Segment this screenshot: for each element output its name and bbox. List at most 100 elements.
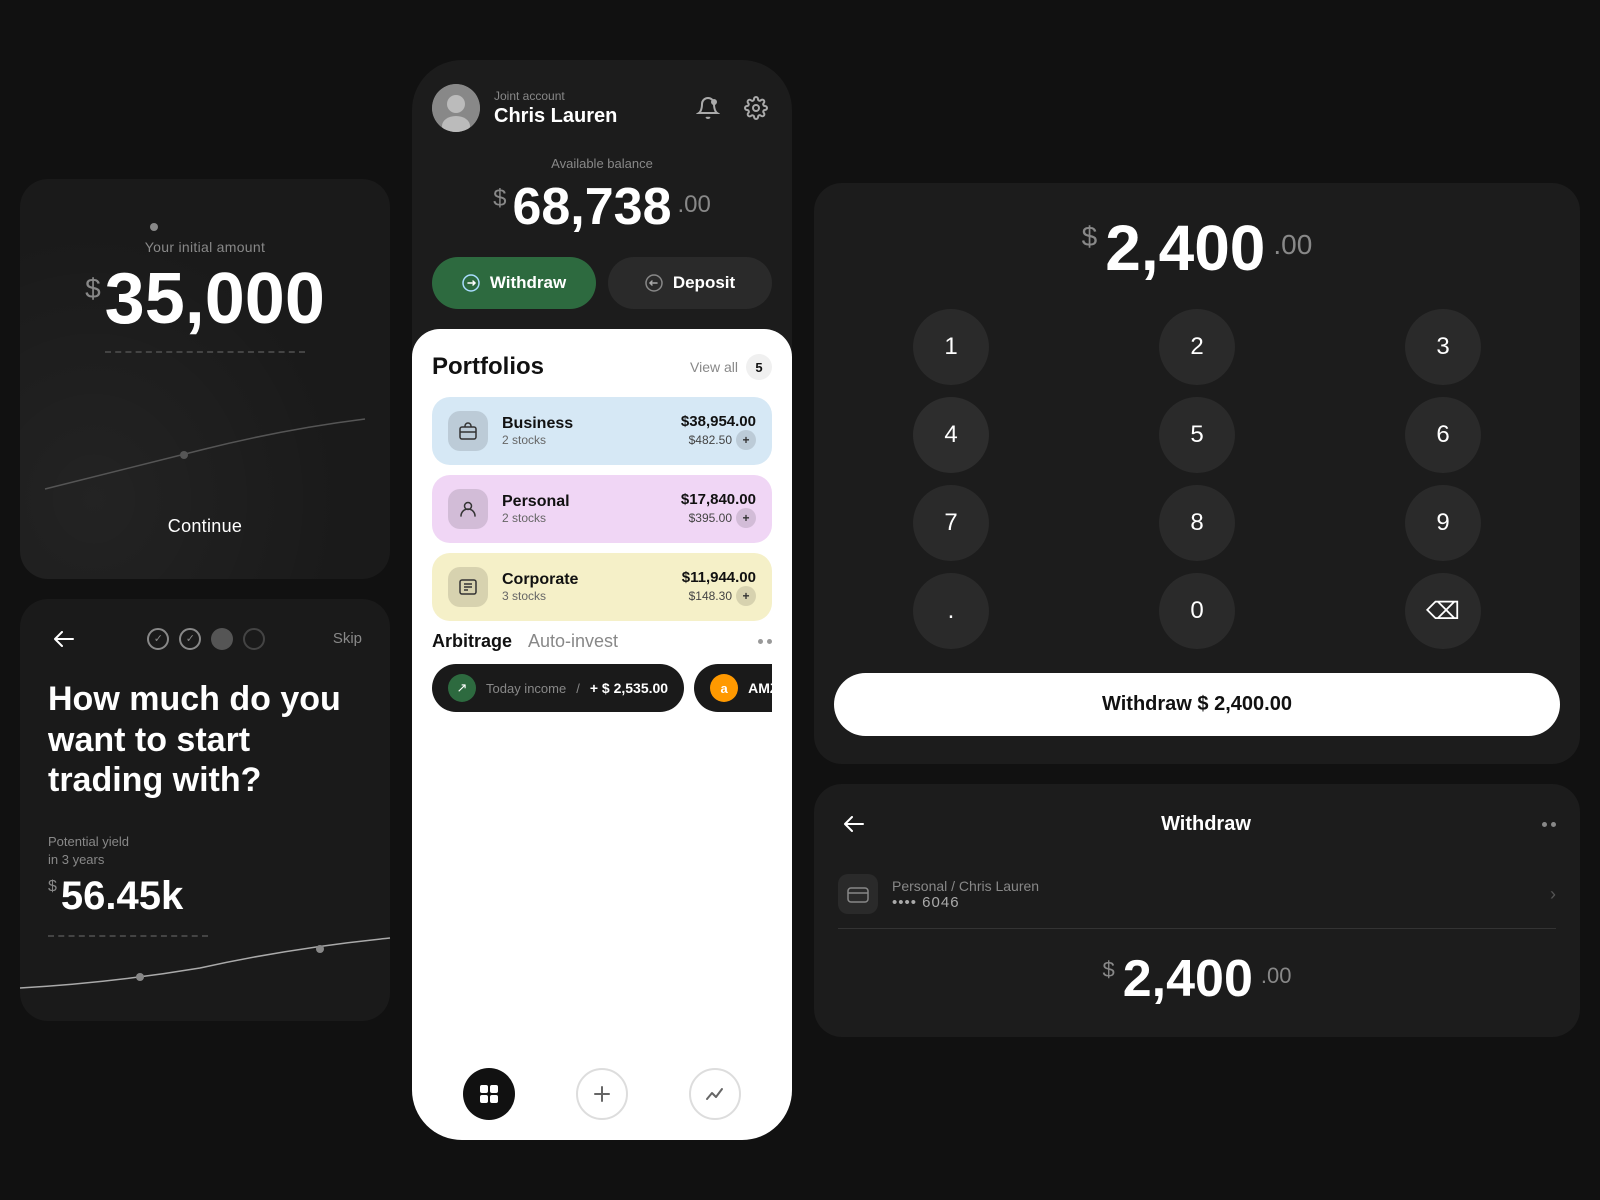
deposit-button[interactable]: Deposit — [608, 257, 772, 309]
portfolio-change-personal: $395.00 + — [681, 508, 756, 528]
portfolio-main-value-business: $38,954.00 — [681, 413, 756, 430]
yield-section: Potential yield in 3 years $ 56.45k — [48, 833, 362, 993]
portfolio-icon-personal — [448, 489, 488, 529]
portfolio-stocks-personal: 2 stocks — [502, 511, 667, 525]
yield-label: Potential yield in 3 years — [48, 833, 362, 869]
income-text-label: Today income — [486, 681, 566, 696]
more-options-button[interactable] — [1542, 822, 1556, 827]
balance-cents: .00 — [678, 191, 711, 219]
plus-icon-personal: + — [736, 508, 756, 528]
bottom-nav — [412, 1056, 792, 1140]
balance-dollar-sign: $ — [493, 185, 506, 213]
step-3-active — [211, 628, 233, 650]
initial-dollar-sign: $ — [85, 273, 101, 305]
plus-icon-corporate: + — [736, 586, 756, 606]
card-trading-top: ✓ ✓ Skip — [48, 623, 362, 655]
confirm-cents: .00 — [1261, 963, 1292, 989]
keypad-dollar-sign: $ — [1082, 221, 1098, 253]
balance-amount: $ 68,738 .00 — [432, 177, 772, 237]
keypad-main-amount: 2,400 — [1105, 211, 1265, 285]
plus-icon-business: + — [736, 430, 756, 450]
account-name: Chris Lauren — [494, 105, 678, 128]
amzn-label: AMZN — [748, 680, 772, 696]
portfolio-item-business[interactable]: Business 2 stocks $38,954.00 $482.50 + — [432, 397, 772, 465]
balance-label: Available balance — [432, 156, 772, 171]
nav-add-button[interactable] — [576, 1068, 628, 1120]
portfolio-main-value-corporate: $11,944.00 — [682, 569, 756, 586]
portfolios-header: Portfolios View all 5 — [432, 353, 772, 381]
view-all-badge: 5 — [746, 354, 772, 380]
amzn-icon: a — [710, 674, 738, 702]
action-buttons: Withdraw Deposit — [412, 257, 792, 329]
key-9[interactable]: 9 — [1405, 485, 1481, 561]
tab-autoinvest[interactable]: Auto-invest — [528, 631, 618, 652]
chart-curve — [45, 409, 365, 509]
portfolio-name-corporate: Corporate — [502, 571, 668, 589]
key-6[interactable]: 6 — [1405, 397, 1481, 473]
settings-icon[interactable] — [740, 92, 772, 124]
avatar — [432, 84, 480, 132]
key-2[interactable]: 2 — [1159, 309, 1235, 385]
key-5[interactable]: 5 — [1159, 397, 1235, 473]
card-icon — [838, 874, 878, 914]
account-info: Personal / Chris Lauren •••• 6046 — [892, 878, 1536, 911]
balance-section: Available balance $ 68,738 .00 — [412, 148, 792, 257]
chevron-right-icon: › — [1550, 884, 1556, 905]
portfolio-main-value-personal: $17,840.00 — [681, 491, 756, 508]
portfolio-item-corporate[interactable]: Corporate 3 stocks $11,944.00 $148.30 + — [432, 553, 772, 621]
yield-amount: $ 56.45k — [48, 874, 362, 919]
portfolios-section: Portfolios View all 5 — [412, 329, 792, 1056]
portfolio-name-personal: Personal — [502, 493, 667, 511]
amzn-pill: a AMZN — [694, 664, 772, 712]
portfolio-name-business: Business — [502, 415, 667, 433]
portfolio-stocks-business: 2 stocks — [502, 433, 667, 447]
keypad-cents: .00 — [1273, 229, 1312, 261]
withdraw-header: Withdraw — [838, 808, 1556, 840]
step-1-check: ✓ — [147, 628, 169, 650]
step-2-check: ✓ — [179, 628, 201, 650]
header-info: Joint account Chris Lauren — [494, 89, 678, 128]
withdraw-confirm-card: Withdraw Personal / Chris Lauren •••• 60… — [814, 784, 1580, 1037]
withdraw-action-button[interactable]: Withdraw $ 2,400.00 — [834, 673, 1560, 736]
confirm-main-amount: 2,400 — [1123, 949, 1253, 1009]
withdraw-back-button[interactable] — [838, 808, 870, 840]
yield-value: 56.45k — [61, 874, 183, 919]
key-8[interactable]: 8 — [1159, 485, 1235, 561]
income-trend-icon: ↗ — [448, 674, 476, 702]
keypad-card: $ 2,400 .00 1 2 3 4 5 6 7 8 9 . 0 ⌫ With… — [814, 183, 1580, 764]
portfolio-icon-business — [448, 411, 488, 451]
confirm-amount: $ 2,400 .00 — [838, 949, 1556, 1009]
dotted-line — [105, 351, 305, 353]
key-backspace[interactable]: ⌫ — [1405, 573, 1481, 649]
key-0[interactable]: 0 — [1159, 573, 1235, 649]
withdraw-button[interactable]: Withdraw — [432, 257, 596, 309]
view-all-button[interactable]: View all 5 — [690, 354, 772, 380]
step-4-inactive — [243, 628, 265, 650]
confirm-dollar-sign: $ — [1103, 957, 1115, 983]
header-icons — [692, 92, 772, 124]
notification-icon[interactable] — [692, 92, 724, 124]
tab-arbitrage[interactable]: Arbitrage — [432, 631, 512, 652]
portfolio-item-personal[interactable]: Personal 2 stocks $17,840.00 $395.00 + — [432, 475, 772, 543]
key-4[interactable]: 4 — [913, 397, 989, 473]
nav-chart-button[interactable] — [689, 1068, 741, 1120]
key-7[interactable]: 7 — [913, 485, 989, 561]
back-arrow-button[interactable] — [48, 623, 80, 655]
nav-grid-button[interactable] — [463, 1068, 515, 1120]
income-value: + $ 2,535.00 — [590, 680, 668, 696]
portfolio-info-business: Business 2 stocks — [502, 415, 667, 447]
continue-button[interactable]: Continue — [128, 506, 282, 547]
initial-amount-label: Your initial amount — [85, 239, 325, 255]
account-row[interactable]: Personal / Chris Lauren •••• 6046 › — [838, 860, 1556, 929]
skip-button[interactable]: Skip — [333, 630, 362, 647]
arbitrage-section: Arbitrage Auto-invest ↗ Today income / + — [432, 631, 772, 712]
portfolio-icon-corporate — [448, 567, 488, 607]
key-1[interactable]: 1 — [913, 309, 989, 385]
account-path: Personal / Chris Lauren — [892, 878, 1536, 894]
balance-main-value: 68,738 — [512, 177, 671, 237]
account-type-label: Joint account — [494, 89, 678, 103]
tab-more-button[interactable] — [758, 639, 772, 644]
key-3[interactable]: 3 — [1405, 309, 1481, 385]
trading-question-text: How much do you want to start trading wi… — [48, 679, 362, 801]
key-dot[interactable]: . — [913, 573, 989, 649]
